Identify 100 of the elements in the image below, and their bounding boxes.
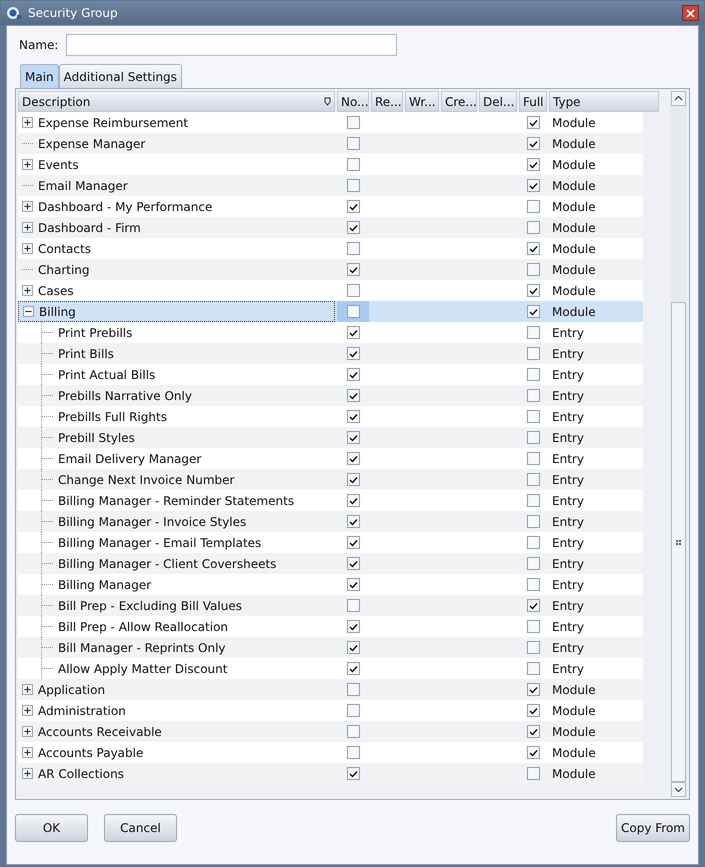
checkbox[interactable] bbox=[526, 263, 540, 276]
checkbox[interactable] bbox=[526, 536, 540, 549]
checkbox[interactable] bbox=[526, 116, 540, 129]
close-button[interactable] bbox=[682, 5, 699, 21]
checkbox[interactable] bbox=[526, 284, 540, 297]
table-row[interactable]: Billing Manager Entry bbox=[18, 574, 643, 595]
checkbox[interactable] bbox=[346, 494, 360, 507]
name-field[interactable] bbox=[66, 34, 398, 56]
checkbox[interactable] bbox=[526, 410, 540, 423]
expand-icon[interactable] bbox=[22, 726, 33, 737]
checkbox[interactable] bbox=[346, 536, 360, 549]
checkbox[interactable] bbox=[526, 200, 540, 213]
checkbox[interactable] bbox=[346, 620, 360, 633]
checkbox[interactable] bbox=[526, 347, 540, 360]
column-header[interactable]: Wr... bbox=[405, 91, 439, 112]
table-row[interactable]: Administration Module bbox=[18, 700, 643, 721]
table-row[interactable]: Accounts Payable Module bbox=[18, 742, 643, 763]
column-header[interactable]: Cre... bbox=[441, 91, 477, 112]
checkbox[interactable] bbox=[526, 515, 540, 528]
checkbox[interactable] bbox=[346, 431, 360, 444]
checkbox[interactable] bbox=[526, 221, 540, 234]
checkbox[interactable] bbox=[346, 284, 360, 297]
expand-icon[interactable] bbox=[22, 768, 33, 779]
table-row[interactable]: Cases Module bbox=[18, 280, 643, 301]
checkbox[interactable] bbox=[346, 116, 360, 129]
expand-icon[interactable] bbox=[22, 684, 33, 695]
checkbox[interactable] bbox=[526, 641, 540, 654]
checkbox[interactable] bbox=[346, 158, 360, 171]
checkbox[interactable] bbox=[346, 578, 360, 591]
table-row[interactable]: Email Delivery Manager Entry bbox=[18, 448, 643, 469]
column-header[interactable]: No... bbox=[337, 91, 369, 112]
table-row[interactable]: Billing Module bbox=[18, 301, 643, 322]
checkbox[interactable] bbox=[526, 389, 540, 402]
checkbox[interactable] bbox=[346, 326, 360, 339]
checkbox[interactable] bbox=[526, 725, 540, 738]
collapse-icon[interactable] bbox=[23, 306, 34, 317]
checkbox[interactable] bbox=[526, 137, 540, 150]
expand-icon[interactable] bbox=[22, 243, 33, 254]
scroll-down-icon[interactable] bbox=[671, 782, 686, 797]
table-row[interactable]: Print Actual Bills Entry bbox=[18, 364, 643, 385]
checkbox[interactable] bbox=[346, 200, 360, 213]
checkbox[interactable] bbox=[346, 746, 360, 759]
checkbox[interactable] bbox=[526, 431, 540, 444]
expand-icon[interactable] bbox=[22, 201, 33, 212]
checkbox[interactable] bbox=[526, 473, 540, 486]
expand-icon[interactable] bbox=[22, 159, 33, 170]
table-row[interactable]: Events Module bbox=[18, 154, 643, 175]
checkbox[interactable] bbox=[346, 599, 360, 612]
checkbox[interactable] bbox=[346, 368, 360, 381]
column-header[interactable]: Del... bbox=[479, 91, 517, 112]
table-row[interactable]: Expense Reimbursement Module bbox=[18, 112, 643, 133]
table-row[interactable]: Contacts Module bbox=[18, 238, 643, 259]
checkbox[interactable] bbox=[346, 242, 360, 255]
checkbox[interactable] bbox=[346, 725, 360, 738]
column-header[interactable]: Type bbox=[549, 91, 659, 112]
checkbox[interactable] bbox=[346, 389, 360, 402]
table-row[interactable]: Dashboard - My Performance Module bbox=[18, 196, 643, 217]
checkbox[interactable] bbox=[346, 410, 360, 423]
table-row[interactable]: Print Prebills Entry bbox=[18, 322, 643, 343]
checkbox[interactable] bbox=[346, 641, 360, 654]
tab[interactable]: Additional Settings bbox=[58, 64, 182, 88]
checkbox[interactable] bbox=[526, 746, 540, 759]
checkbox[interactable] bbox=[526, 158, 540, 171]
scroll-up-icon[interactable] bbox=[671, 91, 686, 106]
table-row[interactable]: Billing Manager - Email Templates Entry bbox=[18, 532, 643, 553]
checkbox[interactable] bbox=[526, 368, 540, 381]
checkbox[interactable] bbox=[346, 347, 360, 360]
column-header[interactable]: Description bbox=[18, 91, 335, 112]
expand-icon[interactable] bbox=[22, 747, 33, 758]
checkbox[interactable] bbox=[526, 242, 540, 255]
filter-icon[interactable] bbox=[324, 97, 331, 106]
column-header[interactable]: Re... bbox=[371, 91, 403, 112]
checkbox[interactable] bbox=[526, 557, 540, 570]
checkbox[interactable] bbox=[346, 515, 360, 528]
checkbox[interactable] bbox=[346, 557, 360, 570]
table-row[interactable]: Prebills Full Rights Entry bbox=[18, 406, 643, 427]
expand-icon[interactable] bbox=[22, 705, 33, 716]
checkbox[interactable] bbox=[346, 263, 360, 276]
checkbox[interactable] bbox=[346, 662, 360, 675]
expand-icon[interactable] bbox=[22, 222, 33, 233]
checkbox[interactable] bbox=[526, 767, 540, 780]
checkbox[interactable] bbox=[526, 704, 540, 717]
checkbox[interactable] bbox=[526, 662, 540, 675]
checkbox[interactable] bbox=[526, 452, 540, 465]
checkbox[interactable] bbox=[346, 221, 360, 234]
column-header[interactable]: Full bbox=[519, 91, 547, 112]
table-row[interactable]: Bill Prep - Allow Reallocation Entry bbox=[18, 616, 643, 637]
checkbox[interactable] bbox=[346, 767, 360, 780]
checkbox[interactable] bbox=[526, 599, 540, 612]
dialog-button[interactable]: Copy From bbox=[616, 814, 690, 842]
checkbox[interactable] bbox=[346, 452, 360, 465]
checkbox[interactable] bbox=[346, 137, 360, 150]
scrollbar[interactable] bbox=[670, 91, 687, 797]
expand-icon[interactable] bbox=[22, 285, 33, 296]
scroll-thumb[interactable] bbox=[671, 302, 686, 782]
table-row[interactable]: Billing Manager - Reminder Statements Entry bbox=[18, 490, 643, 511]
tab[interactable]: Main bbox=[20, 64, 59, 88]
checkbox[interactable] bbox=[526, 683, 540, 696]
checkbox[interactable] bbox=[526, 620, 540, 633]
expand-icon[interactable] bbox=[22, 117, 33, 128]
